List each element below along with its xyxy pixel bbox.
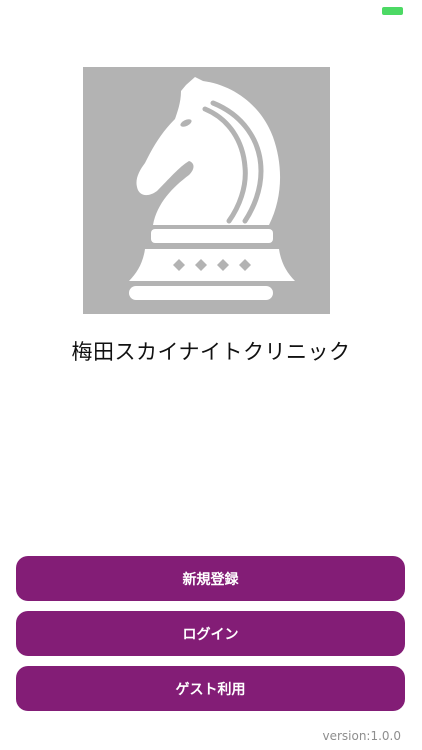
clinic-logo xyxy=(83,67,330,314)
chess-knight-icon xyxy=(129,77,295,300)
login-button[interactable]: ログイン xyxy=(16,611,405,656)
guest-button[interactable]: ゲスト利用 xyxy=(16,666,405,711)
register-button-label: 新規登録 xyxy=(182,571,239,588)
version-label: version:1.0.0 xyxy=(322,729,401,743)
login-button-label: ログイン xyxy=(182,626,239,643)
clinic-name: 梅田スカイナイトクリニック xyxy=(71,340,351,364)
register-button[interactable]: 新規登録 xyxy=(16,556,405,601)
battery-icon xyxy=(382,7,403,15)
launch-screen: 梅田スカイナイトクリニック 新規登録 ログイン ゲスト利用 version:1.… xyxy=(0,0,422,750)
guest-button-label: ゲスト利用 xyxy=(175,681,246,698)
